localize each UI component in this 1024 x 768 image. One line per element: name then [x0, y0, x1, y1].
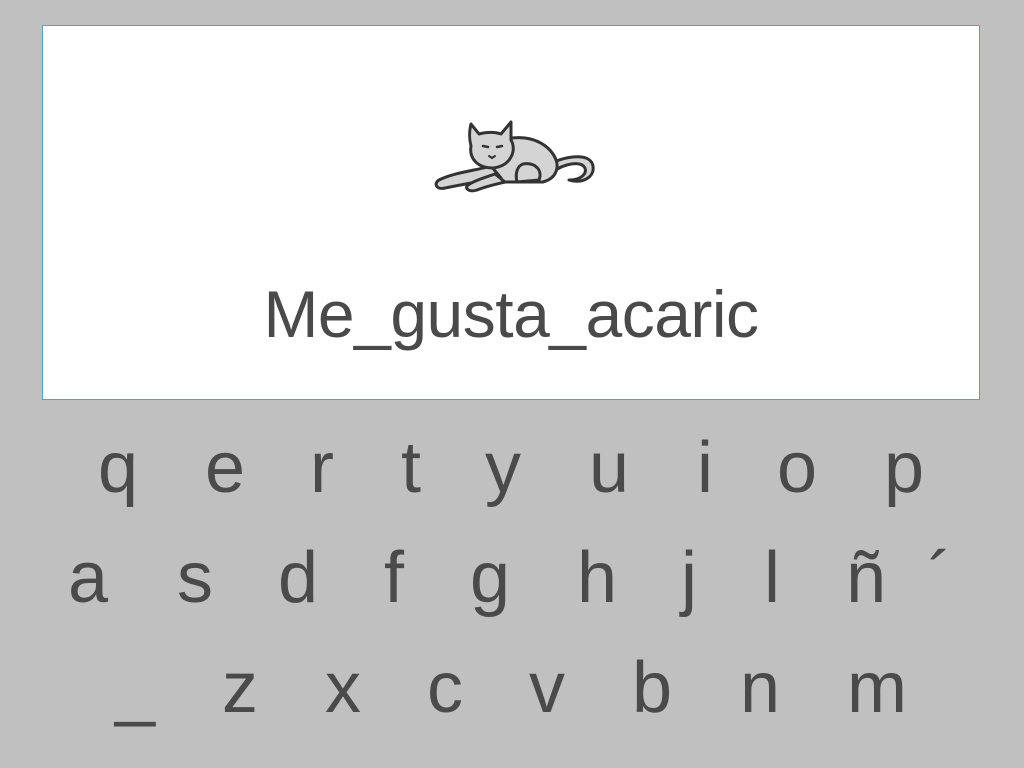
keyboard-row-2: a s d f g h j l ñ ´: [0, 528, 1024, 628]
key-o[interactable]: o: [767, 418, 827, 518]
key-j[interactable]: j: [659, 528, 719, 628]
key-n-tilde[interactable]: ñ: [836, 528, 896, 628]
key-r[interactable]: r: [292, 418, 352, 518]
keyboard-row-3: _ z x c v b n m: [0, 638, 1024, 738]
key-u[interactable]: u: [579, 418, 639, 518]
key-b[interactable]: b: [622, 638, 682, 738]
key-g[interactable]: g: [460, 528, 520, 628]
key-l[interactable]: l: [742, 528, 802, 628]
key-d[interactable]: d: [268, 528, 328, 628]
key-v[interactable]: v: [517, 638, 577, 738]
key-e[interactable]: e: [195, 418, 255, 518]
key-f[interactable]: f: [364, 528, 424, 628]
key-p[interactable]: p: [874, 418, 934, 518]
key-t[interactable]: t: [381, 418, 441, 518]
key-acute-accent[interactable]: ´: [910, 528, 970, 628]
key-s[interactable]: s: [165, 528, 225, 628]
key-z[interactable]: z: [210, 638, 270, 738]
key-n[interactable]: n: [730, 638, 790, 738]
key-i[interactable]: i: [675, 418, 735, 518]
key-m[interactable]: m: [847, 638, 907, 738]
key-x[interactable]: x: [313, 638, 373, 738]
letter-keyboard: q e r t y u i o p a s d f g h j l ñ ´ _ …: [0, 0, 1024, 768]
key-y[interactable]: y: [473, 418, 533, 518]
key-a[interactable]: a: [58, 528, 118, 628]
key-h[interactable]: h: [567, 528, 627, 628]
key-q[interactable]: q: [88, 418, 148, 518]
key-underscore[interactable]: _: [105, 638, 165, 738]
key-c[interactable]: c: [415, 638, 475, 738]
keyboard-row-1: q e r t y u i o p: [0, 418, 1024, 518]
